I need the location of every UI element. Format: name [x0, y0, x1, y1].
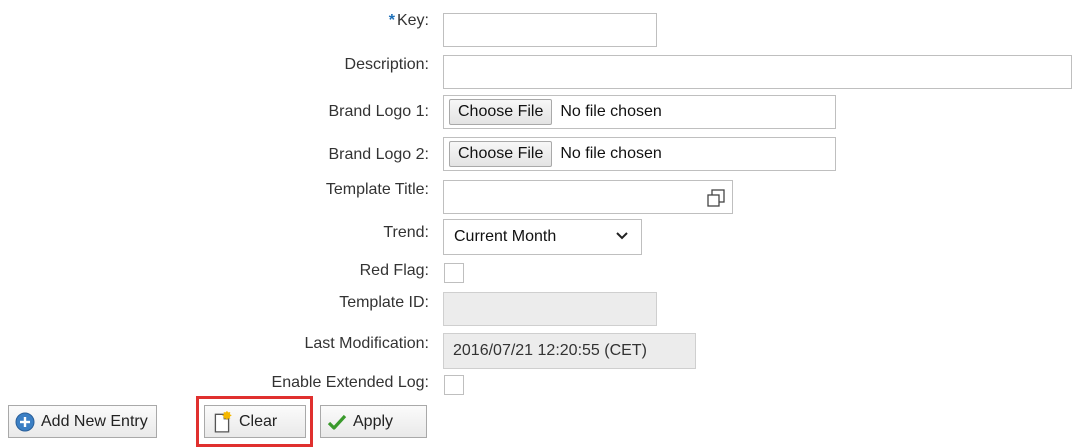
- enable-extended-log-checkbox[interactable]: [444, 375, 464, 395]
- template-title-input[interactable]: [443, 180, 733, 214]
- checkmark-icon: [327, 414, 347, 430]
- chevron-down-icon: [616, 232, 628, 240]
- plus-circle-icon: [15, 412, 35, 431]
- trend-select[interactable]: Current Month: [443, 219, 642, 255]
- apply-label: Apply: [353, 412, 394, 430]
- expand-window-icon[interactable]: [706, 188, 726, 208]
- last-modification-label: Last Modification:: [304, 335, 429, 352]
- clear-highlight-box: [196, 396, 313, 447]
- brand-logo-1-label: Brand Logo 1:: [328, 103, 429, 120]
- description-label: Description:: [344, 56, 429, 73]
- brand-logo-2-file-status: No file chosen: [560, 145, 662, 162]
- brand-logo-1-file-input[interactable]: Choose File No file chosen: [443, 95, 836, 129]
- brand-logo-2-file-input[interactable]: Choose File No file chosen: [443, 137, 836, 171]
- key-label: * Key:: [388, 12, 429, 29]
- description-input[interactable]: [443, 55, 1072, 89]
- brand-logo-2-choose-file-button[interactable]: Choose File: [449, 141, 553, 167]
- required-marker: *: [388, 12, 395, 29]
- last-modification-field: 2016/07/21 12:20:55 (CET): [443, 333, 696, 369]
- apply-button[interactable]: Apply: [320, 405, 427, 438]
- red-flag-label: Red Flag:: [359, 262, 429, 279]
- trend-label: Trend:: [383, 224, 429, 241]
- template-id-field: [443, 292, 657, 326]
- trend-selected-value: Current Month: [454, 228, 557, 245]
- template-title-label: Template Title:: [325, 181, 429, 198]
- template-id-label: Template ID:: [339, 294, 429, 311]
- add-new-entry-button[interactable]: Add New Entry: [8, 405, 157, 438]
- key-input[interactable]: [443, 13, 657, 47]
- brand-logo-2-label: Brand Logo 2:: [328, 146, 429, 163]
- add-new-entry-label: Add New Entry: [41, 412, 148, 430]
- brand-logo-1-choose-file-button[interactable]: Choose File: [449, 99, 553, 125]
- enable-extended-log-label: Enable Extended Log:: [271, 374, 429, 391]
- red-flag-checkbox[interactable]: [444, 263, 464, 283]
- brand-logo-1-file-status: No file chosen: [560, 103, 662, 120]
